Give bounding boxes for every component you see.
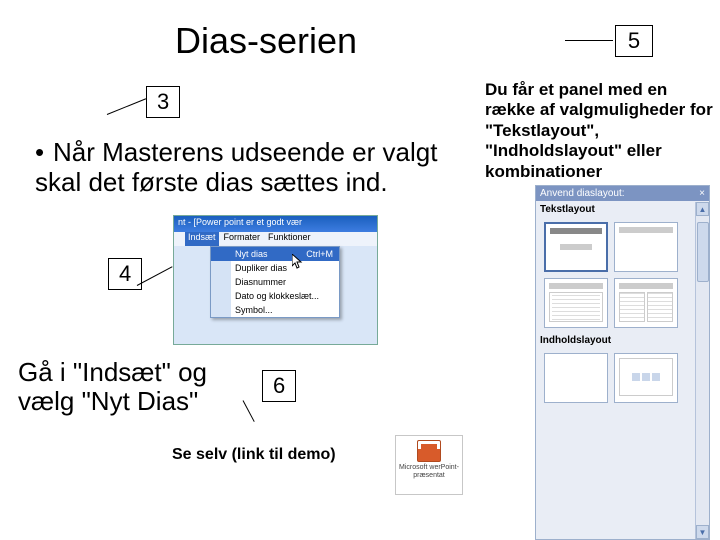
ppt-glyph-icon bbox=[417, 440, 441, 462]
scroll-up-icon[interactable]: ▲ bbox=[696, 202, 709, 216]
insert-instruction: Gå i "Indsæt" og vælg "Nyt Dias" bbox=[18, 358, 268, 415]
menu-item[interactable]: Dupliker dias bbox=[211, 261, 339, 275]
powerpoint-file-icon[interactable]: Microsoft werPoint-præsentat bbox=[395, 435, 463, 495]
demo-link-text[interactable]: Se selv (link til demo) bbox=[172, 446, 336, 464]
close-icon[interactable]: × bbox=[699, 188, 705, 199]
window-titlebar: nt - [Power point er et godt vær bbox=[174, 216, 377, 232]
connector-3 bbox=[107, 98, 146, 115]
right-description: Du får et panel med en række af valgmuli… bbox=[485, 80, 715, 182]
layout-thumb[interactable] bbox=[614, 278, 678, 328]
panel-scrollbar[interactable]: ▲ ▼ bbox=[695, 202, 709, 539]
dropdown-menu: Nyt diasCtrl+M Dupliker dias Diasnummer … bbox=[210, 246, 340, 318]
main-bullet-text: Når Masterens udseende er valgt skal det… bbox=[35, 137, 437, 197]
panel-header: Anvend diaslayout: × bbox=[536, 186, 709, 201]
main-bullet: •Når Masterens udseende er valgt skal de… bbox=[35, 138, 465, 198]
menubar-item bbox=[177, 232, 183, 246]
layout-thumb[interactable] bbox=[544, 222, 608, 272]
menubar-item: Funktioner bbox=[265, 232, 314, 246]
menu-item-nyt-dias[interactable]: Nyt diasCtrl+M bbox=[211, 247, 339, 261]
menu-item[interactable]: Symbol... bbox=[211, 303, 339, 317]
cursor-icon bbox=[292, 254, 304, 270]
menu-item[interactable]: Dato og klokkeslæt... bbox=[211, 289, 339, 303]
menubar: Indsæt Formater Funktioner bbox=[174, 232, 377, 246]
scroll-down-icon[interactable]: ▼ bbox=[696, 525, 709, 539]
menubar-item-indsaet[interactable]: Indsæt bbox=[185, 232, 219, 246]
connector-5 bbox=[565, 40, 613, 41]
ppt-icon-label: Microsoft werPoint-præsentat bbox=[396, 464, 462, 479]
section-indholdslayout: Indholdslayout bbox=[536, 332, 709, 349]
menu-screenshot: nt - [Power point er et godt vær Indsæt … bbox=[173, 215, 378, 345]
scroll-thumb[interactable] bbox=[697, 222, 709, 282]
layout-thumb[interactable] bbox=[544, 278, 608, 328]
menu-item[interactable]: Diasnummer bbox=[211, 275, 339, 289]
menubar-item: Formater bbox=[221, 232, 264, 246]
step-5-box: 5 bbox=[615, 25, 653, 57]
layout-thumb[interactable] bbox=[614, 353, 678, 403]
layout-panel: Anvend diaslayout: × Tekstlayout Indhold… bbox=[535, 185, 710, 540]
step-3-box: 3 bbox=[146, 86, 180, 118]
section-tekstlayout: Tekstlayout bbox=[536, 201, 709, 218]
layout-thumb[interactable] bbox=[544, 353, 608, 403]
slide-title: Dias-serien bbox=[175, 20, 357, 62]
layout-thumb[interactable] bbox=[614, 222, 678, 272]
